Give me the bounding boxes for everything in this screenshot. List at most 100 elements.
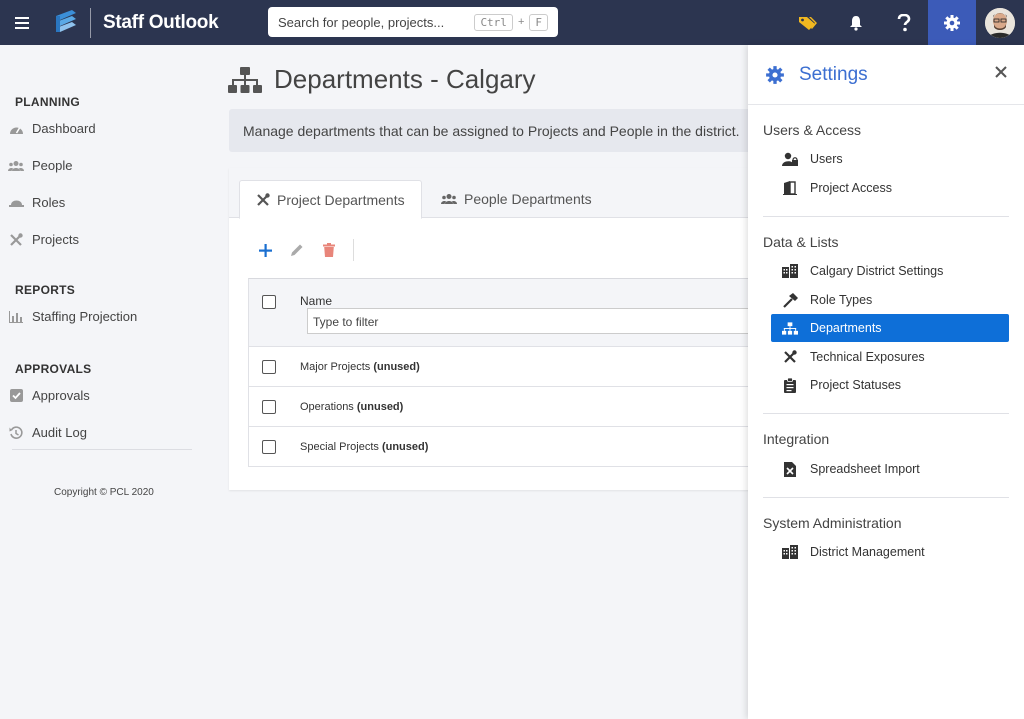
hammer-icon (782, 292, 798, 308)
row-name-text: Major Projects (300, 361, 371, 373)
top-icons (784, 0, 1024, 45)
sidebar-item-label: People (32, 158, 73, 173)
grid-toolbar (255, 239, 354, 261)
sidebar-item-people[interactable]: People (8, 158, 72, 173)
settings-item-spreadsheet-import[interactable]: Spreadsheet Import (771, 455, 1009, 483)
settings-item-label: Role Types (810, 293, 873, 307)
tab-bar: Project Departments People Departments (229, 168, 769, 219)
close-button[interactable] (994, 65, 1008, 79)
settings-item-label: District Management (810, 545, 925, 559)
close-icon (995, 66, 1007, 78)
settings-item-district-management[interactable]: District Management (771, 538, 1009, 566)
settings-button[interactable] (928, 0, 976, 45)
shortcut-plus: + (517, 16, 525, 28)
page-description: Manage departments that can be assigned … (229, 109, 769, 152)
row-tag: (unused) (373, 361, 420, 373)
sidebar-item-staffing-projection[interactable]: Staffing Projection (8, 309, 137, 324)
tab-project-departments[interactable]: Project Departments (239, 180, 422, 219)
edit-button[interactable] (287, 240, 307, 260)
tools-icon (256, 192, 270, 207)
help-icon (897, 13, 911, 31)
name-filter-input[interactable]: Type to filter (307, 308, 777, 334)
sidebar-item-roles[interactable]: Roles (8, 195, 65, 210)
table-row[interactable]: Major Projects (unused) (249, 347, 769, 387)
avatar-image (985, 7, 1015, 38)
tab-label: People Departments (464, 191, 592, 207)
avatar (985, 7, 1015, 38)
sidebar-item-label: Dashboard (32, 121, 96, 136)
buildings-icon (782, 544, 798, 560)
roles-icon (8, 196, 24, 210)
gear-icon (766, 65, 784, 84)
sidebar-item-label: Approvals (32, 388, 90, 403)
settings-divider (763, 216, 1009, 217)
sidebar-section-reports: REPORTS (15, 283, 76, 297)
sidebar-item-projects[interactable]: Projects (8, 232, 79, 247)
settings-section-system-administration: System Administration (763, 515, 902, 531)
row-name: Operations (unused) (300, 401, 403, 413)
settings-item-label: Calgary District Settings (810, 264, 944, 278)
people-icon (8, 159, 24, 173)
row-tag: (unused) (356, 401, 404, 413)
sidebar-item-label: Audit Log (32, 425, 87, 440)
settings-item-project-access[interactable]: Project Access (771, 174, 1009, 202)
settings-section-integration: Integration (763, 431, 830, 447)
settings-item-project-statuses[interactable]: Project Statuses (771, 371, 1009, 399)
sidebar-divider (12, 449, 192, 450)
toolbar-divider (353, 239, 354, 261)
logo-icon (56, 9, 76, 32)
search-box[interactable]: Search for people, projects... Ctrl + F (268, 7, 558, 37)
settings-item-users[interactable]: Users (771, 145, 1009, 173)
people-icon (441, 193, 457, 205)
departments-grid: Name Type to filter Major Projects (unus… (248, 278, 777, 467)
trash-icon (323, 243, 335, 257)
settings-divider (763, 497, 1009, 498)
tools-icon (8, 232, 24, 247)
sidebar-item-label: Staffing Projection (32, 309, 138, 324)
sidebar-item-dashboard[interactable]: Dashboard (8, 121, 96, 136)
row-name: Special Projects (unused) (300, 441, 428, 453)
pencil-icon (291, 244, 303, 256)
tag-icon (799, 16, 817, 30)
tab-people-departments[interactable]: People Departments (425, 180, 608, 218)
search-input[interactable]: Search for people, projects... (278, 15, 474, 30)
settings-item-label: Technical Exposures (810, 350, 925, 364)
notifications-button[interactable] (832, 0, 880, 45)
user-menu-button[interactable] (976, 0, 1024, 45)
table-row[interactable]: Special Projects (unused) (249, 427, 769, 467)
sidebar-item-approvals[interactable]: Approvals (8, 388, 90, 403)
select-all-checkbox[interactable] (262, 295, 276, 309)
settings-item-label: Users (810, 152, 843, 166)
tab-label: Project Departments (277, 191, 405, 208)
sidebar-section-planning: PLANNING (15, 95, 81, 109)
bar-chart-icon (8, 310, 24, 324)
settings-divider (763, 413, 1009, 414)
tags-button[interactable] (784, 0, 832, 45)
table-row[interactable]: Operations (unused) (249, 387, 769, 427)
help-button[interactable] (880, 0, 928, 45)
settings-item-technical-exposures[interactable]: Technical Exposures (771, 343, 1009, 371)
settings-section-data-lists: Data & Lists (763, 234, 839, 250)
excel-file-icon (782, 461, 798, 477)
add-button[interactable] (255, 240, 275, 260)
delete-button[interactable] (319, 240, 339, 260)
bell-icon (850, 15, 862, 31)
row-checkbox[interactable] (262, 400, 276, 414)
settings-item-role-types[interactable]: Role Types (771, 286, 1009, 314)
settings-item-departments[interactable]: Departments (771, 314, 1009, 342)
row-name: Major Projects (unused) (300, 361, 420, 373)
gear-icon (944, 14, 960, 31)
row-checkbox[interactable] (262, 440, 276, 454)
settings-item-label: Departments (810, 321, 882, 335)
sidebar-item-audit-log[interactable]: Audit Log (8, 425, 87, 440)
door-icon (782, 180, 798, 196)
settings-item-calgary-district-settings[interactable]: Calgary District Settings (771, 257, 1009, 285)
app-logo[interactable] (44, 0, 86, 45)
settings-item-label: Spreadsheet Import (810, 462, 920, 476)
dashboard-icon (8, 122, 24, 136)
row-name-text: Special Projects (300, 441, 379, 453)
copyright: Copyright © PCL 2020 (54, 487, 154, 498)
column-header-name[interactable]: Name (300, 294, 332, 308)
menu-toggle-button[interactable] (0, 0, 44, 45)
row-checkbox[interactable] (262, 360, 276, 374)
